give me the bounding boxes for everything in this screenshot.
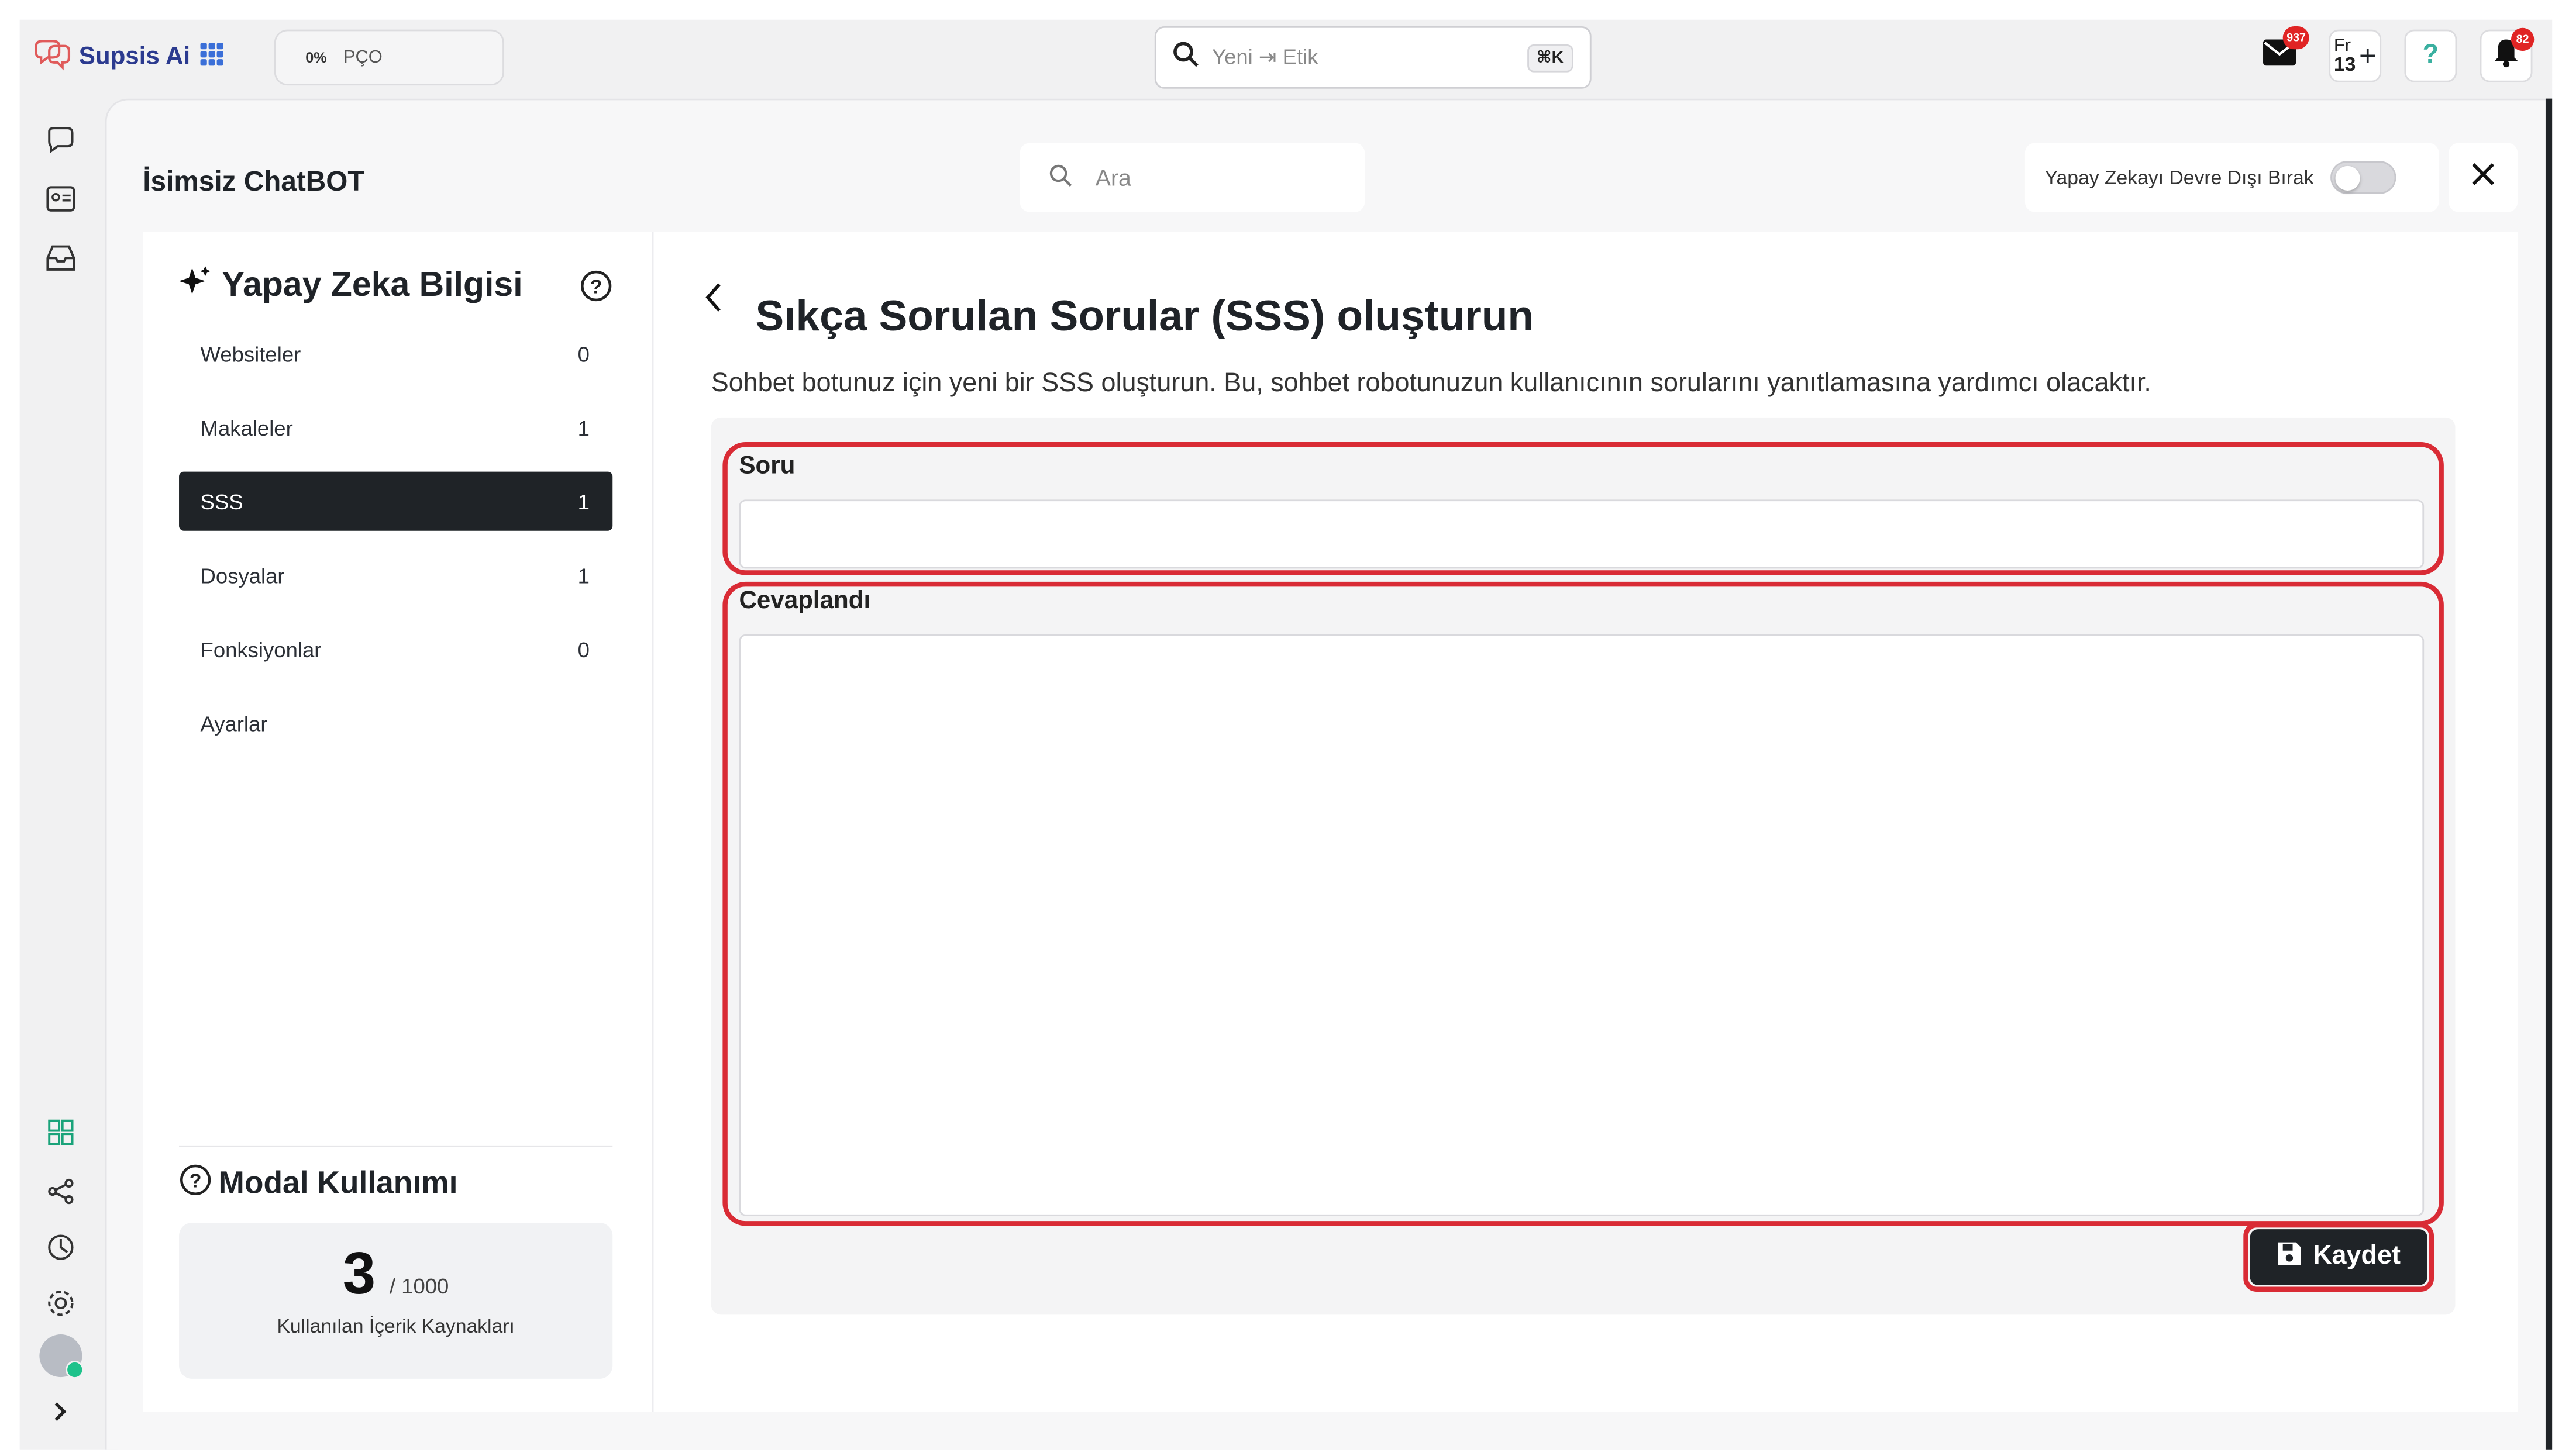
- sidebar-item-ayarlar[interactable]: Ayarlar: [179, 694, 612, 753]
- save-button[interactable]: Kaydet: [2250, 1229, 2427, 1285]
- search-shortcut: ⌘K: [1526, 43, 1573, 72]
- chat-bubbles-logo-icon: [33, 39, 72, 72]
- sidebar-item-label: Makaleler: [200, 415, 293, 440]
- help-button[interactable]: ?: [2404, 29, 2457, 82]
- page-title: Sıkça Sorulan Sorular (SSS) oluşturun: [755, 291, 1534, 340]
- sidebar-item-count: 1: [577, 489, 590, 514]
- sidebar-item-label: Websiteler: [200, 341, 301, 366]
- svg-text:?: ?: [590, 276, 602, 298]
- left-rail: [20, 99, 105, 1450]
- ai-disable-toggle[interactable]: [2330, 161, 2396, 194]
- model-usage-section: ? Modal Kullanımı 3 / 1000 Kullanılan İç…: [179, 1145, 613, 1379]
- usage-card: 3 / 1000 Kullanılan İçerik Kaynakları: [179, 1222, 613, 1379]
- sidebar-item-dosyalar[interactable]: Dosyalar 1: [179, 546, 612, 605]
- knowledge-title: Yapay Zeka Bilgisi: [222, 266, 523, 304]
- close-icon: [2472, 162, 2495, 193]
- faq-create-content: Sıkça Sorulan Sorular (SSS) oluşturun So…: [652, 232, 2518, 1412]
- rail-expand-icon[interactable]: [43, 1393, 79, 1430]
- faq-form: Soru Cevaplandı Kaydet: [711, 417, 2456, 1315]
- sparkle-icon: [179, 264, 212, 307]
- ai-toggle-box: Yapay Zekayı Devre Dışı Bırak: [2024, 143, 2439, 212]
- answer-highlight: [722, 581, 2444, 1226]
- rail-settings-icon[interactable]: [43, 1285, 79, 1322]
- brand[interactable]: Supsis Ai: [33, 39, 190, 72]
- floppy-disk-icon: [2277, 1240, 2303, 1274]
- page-subtitle: Sohbet botunuz için yeni bir SSS oluştur…: [711, 370, 2151, 398]
- sidebar-item-label: Ayarlar: [200, 710, 268, 736]
- sidebar-item-count: 0: [577, 341, 590, 366]
- question-icon: ?: [2422, 41, 2439, 70]
- sidebar-item-label: Fonksiyonlar: [200, 637, 322, 662]
- progress-label: PÇO: [343, 47, 383, 68]
- apps-grid-icon[interactable]: [200, 43, 223, 66]
- sidebar-item-fonksiyonlar[interactable]: Fonksiyonlar 0: [179, 620, 612, 679]
- rail-share-icon[interactable]: [43, 1174, 79, 1210]
- global-search-input[interactable]: Yeni ⇥ Etik ⌘K: [1154, 26, 1592, 89]
- sidebar-item-label: SSS: [200, 489, 243, 514]
- user-avatar[interactable]: [39, 1334, 84, 1379]
- usage-caption: Kullanılan İçerik Kaynakları: [277, 1314, 515, 1338]
- sidebar-item-label: Dosyalar: [200, 563, 285, 588]
- help-circle-icon: ?: [179, 1164, 212, 1206]
- help-circle-icon[interactable]: ?: [580, 270, 612, 310]
- sidebar-item-count: 1: [577, 415, 590, 440]
- save-label: Kaydet: [2313, 1242, 2401, 1271]
- page-scrollbar[interactable]: [2545, 98, 2553, 1450]
- panel-search-input[interactable]: Ara: [1020, 143, 1365, 212]
- svg-text:?: ?: [190, 1169, 202, 1192]
- plus-icon: +: [2359, 39, 2377, 73]
- global-search-placeholder: Yeni ⇥ Etik: [1212, 44, 1318, 70]
- panel-title: İsimsiz ChatBOT: [143, 165, 365, 198]
- question-highlight: [722, 441, 2444, 575]
- model-usage-heading: ? Modal Kullanımı: [179, 1164, 612, 1206]
- search-icon: [1173, 40, 1199, 75]
- sidebar-item-websiteler[interactable]: Websiteler 0: [179, 324, 612, 383]
- mail-badge: 937: [2283, 26, 2309, 50]
- sidebar-item-sss[interactable]: SSS 1: [179, 471, 613, 531]
- fr-label: Fr 13: [2333, 36, 2356, 76]
- notifications-badge: 82: [2511, 27, 2535, 51]
- mail-button[interactable]: 937: [2253, 26, 2309, 82]
- rail-inbox-icon[interactable]: [43, 240, 79, 276]
- close-button[interactable]: [2449, 143, 2518, 212]
- usage-max: / 1000: [389, 1274, 449, 1299]
- rail-contacts-icon[interactable]: [43, 181, 79, 217]
- rail-chat-icon[interactable]: [43, 122, 79, 158]
- sidebar-item-count: 0: [577, 637, 590, 662]
- knowledge-list: Websiteler 0 Makaleler 1 SSS 1 Dosyalar …: [179, 324, 613, 768]
- panel-search-placeholder: Ara: [1095, 164, 1131, 191]
- rail-dashboard-icon[interactable]: [43, 1114, 79, 1150]
- knowledge-heading: Yapay Zeka Bilgisi: [179, 264, 523, 307]
- brand-name: Supsis Ai: [78, 42, 191, 70]
- notifications-button[interactable]: 82: [2480, 27, 2535, 82]
- search-icon: [1049, 164, 1072, 192]
- back-chevron-icon[interactable]: [703, 281, 723, 322]
- rail-clock-icon[interactable]: [43, 1229, 79, 1265]
- ai-toggle-label: Yapay Zekayı Devre Dışı Bırak: [2044, 165, 2314, 189]
- sidebar-item-count: 1: [577, 563, 590, 588]
- usage-used: 3: [342, 1239, 376, 1307]
- sidebar-item-makaleler[interactable]: Makaleler 1: [179, 398, 612, 457]
- top-bar: Supsis Ai 0% PÇO Yeni ⇥ Etik ⌘K 937 Fr 1…: [20, 20, 2552, 99]
- progress-pill[interactable]: 0% PÇO: [274, 29, 504, 86]
- chatbot-panel: İsimsiz ChatBOT Ara Yapay Zekayı Devre D…: [105, 98, 2553, 1450]
- progress-percent: 0%: [305, 49, 327, 66]
- model-usage-title: Modal Kullanımı: [218, 1167, 458, 1202]
- knowledge-sidebar: Yapay Zeka Bilgisi ? Websiteler 0 Makale…: [143, 232, 652, 1412]
- add-fr-button[interactable]: Fr 13 +: [2329, 29, 2382, 82]
